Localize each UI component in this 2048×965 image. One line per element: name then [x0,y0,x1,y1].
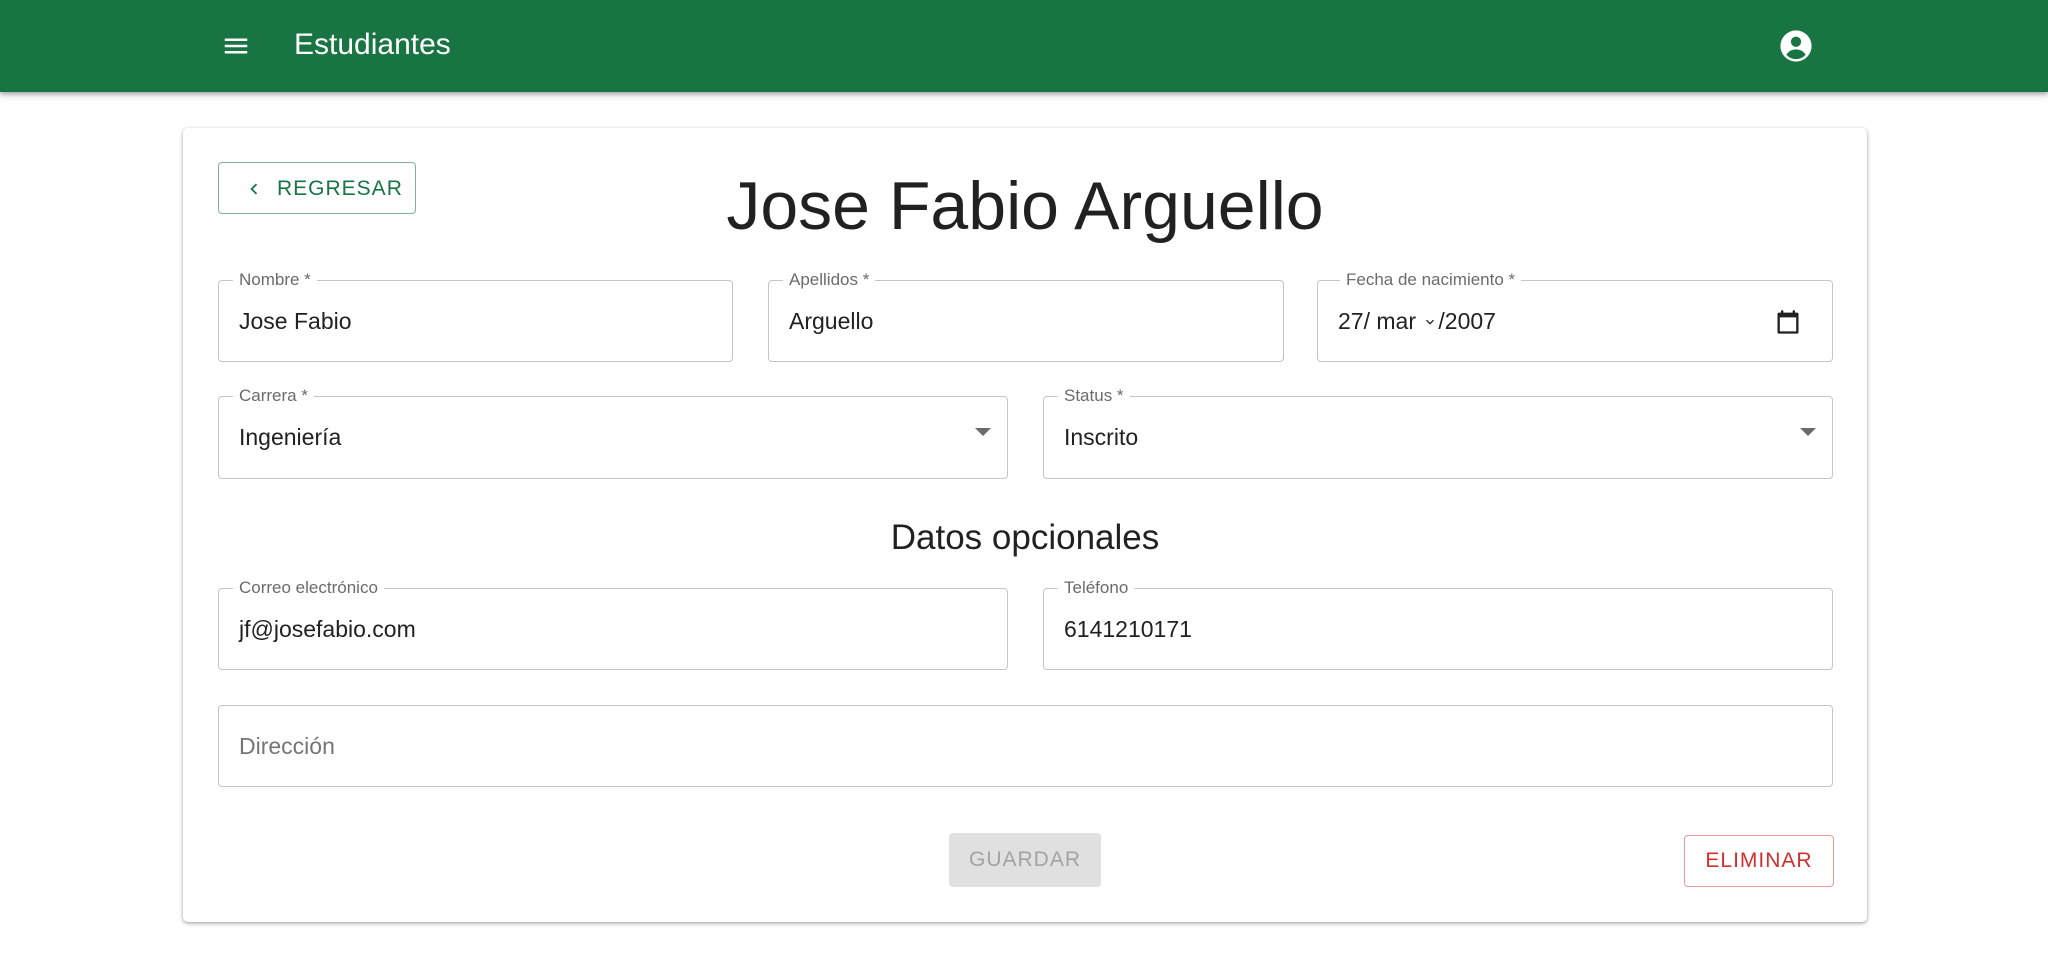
date-day[interactable]: 27 [1338,303,1364,339]
delete-button[interactable]: ELIMINAR [1684,835,1834,887]
correo-field[interactable]: Correo electrónico jf@josefabio.com [218,578,1008,670]
carrera-select[interactable]: Carrera * Ingeniería [218,386,1008,479]
carrera-label: Carrera * [233,386,314,406]
status-value: Inscrito [1064,424,1139,450]
direccion-placeholder: Dirección [239,733,335,759]
page-title: Jose Fabio Arguello [726,168,1324,244]
student-form-card: REGRESAR Jose Fabio Arguello Nombre * Jo… [183,128,1867,922]
fecha-nacimiento-label: Fecha de nacimiento * [1340,270,1522,290]
nombre-value: Jose Fabio [239,308,352,334]
optional-section-title: Datos opcionales [890,518,1160,557]
telefono-label: Teléfono [1058,578,1135,598]
account-button[interactable] [1776,26,1816,66]
app-bar: Estudiantes [0,0,2048,92]
apellidos-value: Arguello [789,308,874,334]
dropdown-arrow-icon [1800,428,1816,436]
telefono-field[interactable]: Teléfono 6141210171 [1043,578,1833,670]
telefono-value: 6141210171 [1064,616,1192,642]
carrera-value: Ingeniería [239,424,342,450]
nombre-field[interactable]: Nombre * Jose Fabio [218,270,733,362]
apellidos-label: Apellidos * [783,270,876,290]
nombre-label: Nombre * [233,270,317,290]
status-label: Status * [1058,386,1130,406]
direccion-field[interactable]: Dirección [218,705,1833,787]
date-year[interactable]: 2007 [1445,303,1496,339]
menu-button[interactable] [216,26,256,66]
save-button[interactable]: GUARDAR [949,833,1101,887]
calendar-icon[interactable] [1774,308,1802,336]
date-separator: / [1363,308,1370,334]
date-month[interactable]: mar [1376,303,1416,339]
menu-icon [224,38,248,54]
account-circle-icon [1780,30,1812,62]
chevron-down-icon[interactable] [1422,314,1438,330]
correo-value: jf@josefabio.com [239,616,416,642]
app-title: Estudiantes [294,28,451,61]
apellidos-field[interactable]: Apellidos * Arguello [768,270,1284,362]
correo-label: Correo electrónico [233,578,384,598]
status-select[interactable]: Status * Inscrito [1043,386,1833,479]
dropdown-arrow-icon [975,428,991,436]
fecha-nacimiento-value: 27/ mar /2007 [1338,303,1496,339]
fecha-nacimiento-field[interactable]: Fecha de nacimiento * 27/ mar /2007 [1317,270,1833,362]
